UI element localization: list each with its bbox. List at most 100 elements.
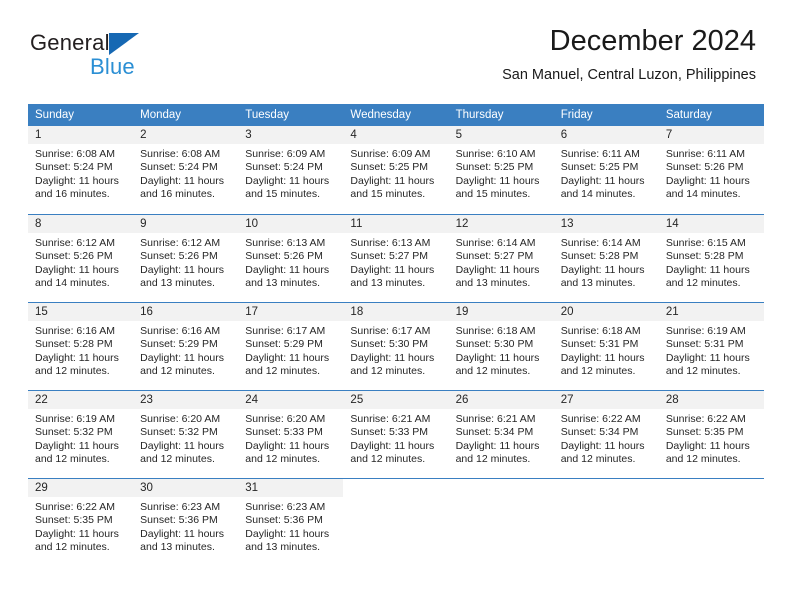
daylight-text: Daylight: 11 hours and 12 minutes.	[665, 439, 750, 466]
sunrise-text: Sunrise: 6:17 AM	[245, 325, 326, 337]
sunset-text: Sunset: 5:32 PM	[35, 426, 113, 439]
day-cell[interactable]: 24 Sunrise: 6:20 AM Sunset: 5:33 PM Dayl…	[238, 391, 344, 478]
day-number: 15	[28, 303, 134, 321]
daylight-text: Daylight: 11 hours and 12 minutes.	[560, 439, 645, 466]
day-cell[interactable]: 21 Sunrise: 6:19 AM Sunset: 5:31 PM Dayl…	[658, 303, 764, 390]
weekday-header-thursday: Thursday	[455, 109, 504, 121]
day-cell[interactable]: 29 Sunrise: 6:22 AM Sunset: 5:35 PM Dayl…	[28, 479, 134, 566]
day-number: 13	[553, 215, 659, 233]
day-cell[interactable]: 6 Sunrise: 6:11 AM Sunset: 5:25 PM Dayli…	[553, 126, 659, 214]
day-cell[interactable]: 2 Sunrise: 6:08 AM Sunset: 5:24 PM Dayli…	[133, 126, 239, 214]
day-cell[interactable]: 19 Sunrise: 6:18 AM Sunset: 5:30 PM Dayl…	[448, 303, 554, 390]
sunrise-text: Sunrise: 6:14 AM	[560, 237, 641, 249]
sunset-text: Sunset: 5:32 PM	[140, 426, 218, 439]
day-number: 14	[658, 215, 764, 233]
day-number: 17	[238, 303, 344, 321]
day-details: Sunrise: 6:17 AM Sunset: 5:30 PM Dayligh…	[343, 321, 448, 379]
sunrise-text: Sunrise: 6:13 AM	[350, 237, 431, 249]
sunrise-text: Sunrise: 6:10 AM	[455, 148, 536, 160]
general-blue-logo[interactable]: General Blue	[30, 30, 210, 82]
day-cell[interactable]: 16 Sunrise: 6:16 AM Sunset: 5:29 PM Dayl…	[133, 303, 239, 390]
sunrise-text: Sunrise: 6:13 AM	[245, 237, 326, 249]
week-row: 8 Sunrise: 6:12 AM Sunset: 5:26 PM Dayli…	[28, 214, 764, 302]
day-cell[interactable]: 8 Sunrise: 6:12 AM Sunset: 5:26 PM Dayli…	[28, 215, 134, 302]
day-number: 28	[658, 391, 764, 409]
day-number: 6	[553, 126, 659, 144]
day-cell[interactable]: 31 Sunrise: 6:23 AM Sunset: 5:36 PM Dayl…	[238, 479, 344, 566]
day-cell[interactable]: 5 Sunrise: 6:10 AM Sunset: 5:25 PM Dayli…	[448, 126, 554, 214]
daylight-text: Daylight: 11 hours and 13 minutes.	[140, 527, 224, 554]
day-details: Sunrise: 6:22 AM Sunset: 5:34 PM Dayligh…	[554, 409, 659, 467]
day-cell[interactable]: 22 Sunrise: 6:19 AM Sunset: 5:32 PM Dayl…	[28, 391, 134, 478]
day-number: 4	[343, 126, 449, 144]
sunset-text: Sunset: 5:36 PM	[245, 514, 323, 527]
day-details: Sunrise: 6:20 AM Sunset: 5:32 PM Dayligh…	[133, 409, 238, 467]
day-cell[interactable]: 12 Sunrise: 6:14 AM Sunset: 5:27 PM Dayl…	[448, 215, 554, 302]
sunset-text: Sunset: 5:29 PM	[140, 338, 218, 351]
day-number: 8	[28, 215, 134, 233]
calendar-grid: Sunday Monday Tuesday Wednesday Thursday…	[28, 104, 764, 566]
sunset-text: Sunset: 5:36 PM	[140, 514, 218, 527]
day-number	[448, 479, 554, 497]
day-details: Sunrise: 6:16 AM Sunset: 5:28 PM Dayligh…	[28, 321, 133, 379]
day-details: Sunrise: 6:14 AM Sunset: 5:27 PM Dayligh…	[449, 233, 554, 291]
day-number: 21	[658, 303, 764, 321]
weekday-header-wednesday: Wednesday	[350, 109, 411, 121]
weekday-header-row: Sunday Monday Tuesday Wednesday Thursday…	[28, 104, 764, 126]
sunrise-text: Sunrise: 6:22 AM	[35, 501, 115, 513]
day-cell[interactable]: 30 Sunrise: 6:23 AM Sunset: 5:36 PM Dayl…	[133, 479, 239, 566]
calendar-page: General Blue December 2024 San Manuel, C…	[0, 0, 792, 612]
sunrise-text: Sunrise: 6:22 AM	[560, 413, 641, 425]
day-cell[interactable]: 28 Sunrise: 6:22 AM Sunset: 5:35 PM Dayl…	[658, 391, 764, 478]
day-number	[553, 479, 659, 497]
sunrise-text: Sunrise: 6:17 AM	[350, 325, 431, 337]
day-number: 19	[448, 303, 554, 321]
day-cell[interactable]: 17 Sunrise: 6:17 AM Sunset: 5:29 PM Dayl…	[238, 303, 344, 390]
sunrise-text: Sunrise: 6:14 AM	[455, 237, 536, 249]
sunrise-text: Sunrise: 6:21 AM	[350, 413, 431, 425]
day-cell[interactable]: 15 Sunrise: 6:16 AM Sunset: 5:28 PM Dayl…	[28, 303, 134, 390]
sunrise-text: Sunrise: 6:23 AM	[140, 501, 221, 513]
day-cell[interactable]: 25 Sunrise: 6:21 AM Sunset: 5:33 PM Dayl…	[343, 391, 449, 478]
day-cell[interactable]: 10 Sunrise: 6:13 AM Sunset: 5:26 PM Dayl…	[238, 215, 344, 302]
day-cell[interactable]: 11 Sunrise: 6:13 AM Sunset: 5:27 PM Dayl…	[343, 215, 449, 302]
day-cell[interactable]: 3 Sunrise: 6:09 AM Sunset: 5:24 PM Dayli…	[238, 126, 344, 214]
day-details: Sunrise: 6:18 AM Sunset: 5:31 PM Dayligh…	[554, 321, 659, 379]
day-cell[interactable]: 9 Sunrise: 6:12 AM Sunset: 5:26 PM Dayli…	[133, 215, 239, 302]
day-number: 29	[28, 479, 134, 497]
day-cell[interactable]: 27 Sunrise: 6:22 AM Sunset: 5:34 PM Dayl…	[553, 391, 659, 478]
day-details: Sunrise: 6:14 AM Sunset: 5:28 PM Dayligh…	[554, 233, 659, 291]
day-cell[interactable]: 18 Sunrise: 6:17 AM Sunset: 5:30 PM Dayl…	[343, 303, 449, 390]
daylight-text: Daylight: 11 hours and 12 minutes.	[665, 351, 750, 378]
sunset-text: Sunset: 5:31 PM	[560, 338, 639, 351]
day-cell[interactable]: 26 Sunrise: 6:21 AM Sunset: 5:34 PM Dayl…	[448, 391, 554, 478]
week-row: 22 Sunrise: 6:19 AM Sunset: 5:32 PM Dayl…	[28, 390, 764, 478]
day-cell[interactable]: 7 Sunrise: 6:11 AM Sunset: 5:26 PM Dayli…	[658, 126, 764, 214]
weekday-header-friday: Friday	[560, 109, 593, 121]
day-details: Sunrise: 6:10 AM Sunset: 5:25 PM Dayligh…	[449, 144, 554, 202]
day-number	[343, 479, 449, 497]
day-cell[interactable]: 14 Sunrise: 6:15 AM Sunset: 5:28 PM Dayl…	[658, 215, 764, 302]
sunrise-text: Sunrise: 6:09 AM	[245, 148, 326, 160]
sunset-text: Sunset: 5:24 PM	[245, 161, 323, 174]
day-details: Sunrise: 6:11 AM Sunset: 5:26 PM Dayligh…	[659, 144, 764, 202]
sunrise-text: Sunrise: 6:12 AM	[35, 237, 115, 249]
sunrise-text: Sunrise: 6:11 AM	[665, 148, 746, 160]
sunrise-text: Sunrise: 6:19 AM	[35, 413, 115, 425]
day-cell[interactable]: 4 Sunrise: 6:09 AM Sunset: 5:25 PM Dayli…	[343, 126, 449, 214]
day-number: 10	[238, 215, 344, 233]
daylight-text: Daylight: 11 hours and 12 minutes.	[560, 351, 645, 378]
day-details: Sunrise: 6:21 AM Sunset: 5:34 PM Dayligh…	[449, 409, 554, 467]
day-cell[interactable]: 20 Sunrise: 6:18 AM Sunset: 5:31 PM Dayl…	[553, 303, 659, 390]
title-block: December 2024 San Manuel, Central Luzon,…	[502, 25, 756, 83]
sunrise-text: Sunrise: 6:16 AM	[35, 325, 115, 337]
sunrise-text: Sunrise: 6:15 AM	[665, 237, 746, 249]
sunset-text: Sunset: 5:29 PM	[245, 338, 323, 351]
day-cell[interactable]: 13 Sunrise: 6:14 AM Sunset: 5:28 PM Dayl…	[553, 215, 659, 302]
logo-word-blue: Blue	[90, 54, 135, 79]
week-row: 1 Sunrise: 6:08 AM Sunset: 5:24 PM Dayli…	[28, 126, 764, 214]
daylight-text: Daylight: 11 hours and 12 minutes.	[350, 439, 435, 466]
day-cell[interactable]: 1 Sunrise: 6:08 AM Sunset: 5:24 PM Dayli…	[28, 126, 134, 214]
day-cell[interactable]: 23 Sunrise: 6:20 AM Sunset: 5:32 PM Dayl…	[133, 391, 239, 478]
sunset-text: Sunset: 5:26 PM	[35, 250, 113, 263]
